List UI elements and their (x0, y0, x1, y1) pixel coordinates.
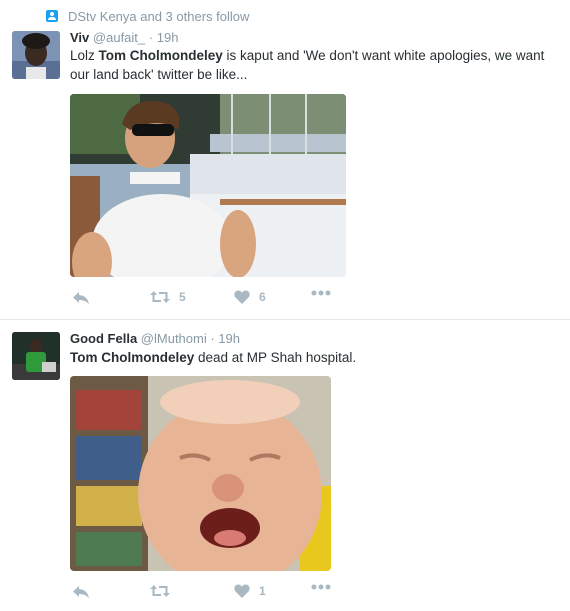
retweet-button[interactable]: 5 (150, 290, 186, 304)
like-count: 6 (259, 290, 266, 304)
separator: · (148, 30, 154, 45)
tweet-text-highlight: Tom Cholmondeley (70, 350, 195, 365)
display-name[interactable]: Good Fella (70, 331, 137, 346)
more-button[interactable] (311, 290, 331, 296)
retweet-button[interactable] (150, 584, 179, 598)
timestamp[interactable]: 19h (218, 331, 240, 346)
tweet-divider (0, 319, 570, 320)
heart-icon (234, 290, 250, 304)
like-button[interactable]: 1 (234, 584, 266, 598)
separator: · (210, 331, 215, 346)
tweet[interactable]: Good Fella @lMuthomi · 19h Tom Cholmonde… (0, 321, 570, 611)
more-dots-icon (311, 584, 331, 590)
more-dots-icon (311, 290, 331, 296)
tweet[interactable]: DStv Kenya and 3 others follow Viv @aufa… (0, 0, 570, 318)
tweet-photo[interactable] (70, 376, 331, 571)
social-context: DStv Kenya and 3 others follow (46, 7, 249, 25)
reply-icon (73, 292, 89, 304)
avatar[interactable] (12, 332, 60, 380)
tweet-actions: 1 (70, 584, 370, 602)
tweet-text-start: Lolz (70, 48, 99, 63)
social-context-text[interactable]: DStv Kenya and 3 others follow (68, 9, 249, 24)
like-button[interactable]: 6 (234, 290, 266, 304)
timestamp[interactable]: 19h (157, 30, 179, 45)
user-handle[interactable]: @aufait_ (93, 30, 145, 45)
avatar[interactable] (12, 31, 60, 79)
reply-icon (73, 586, 89, 598)
retweet-icon (150, 585, 170, 597)
like-count: 1 (259, 584, 266, 598)
retweet-count: 5 (179, 290, 186, 304)
user-follow-icon (46, 10, 58, 22)
tweet-header: Good Fella @lMuthomi · 19h (70, 331, 240, 346)
retweet-icon (150, 291, 170, 303)
tweet-text: Lolz Tom Cholmondeley is kaput and 'We d… (70, 46, 565, 84)
display-name[interactable]: Viv (70, 30, 89, 45)
user-handle[interactable]: @lMuthomi (141, 331, 207, 346)
heart-icon (234, 584, 250, 598)
tweet-header: Viv @aufait_ · 19h (70, 30, 178, 45)
tweet-text: Tom Cholmondeley dead at MP Shah hospita… (70, 348, 565, 367)
reply-button[interactable] (72, 290, 90, 306)
more-button[interactable] (311, 584, 331, 590)
reply-button[interactable] (72, 584, 90, 600)
tweet-actions: 5 6 (70, 290, 370, 308)
tweet-photo[interactable] (70, 94, 346, 277)
tweet-text-highlight: Tom Cholmondeley (98, 48, 223, 63)
tweet-text-rest: dead at MP Shah hospital. (194, 350, 357, 365)
